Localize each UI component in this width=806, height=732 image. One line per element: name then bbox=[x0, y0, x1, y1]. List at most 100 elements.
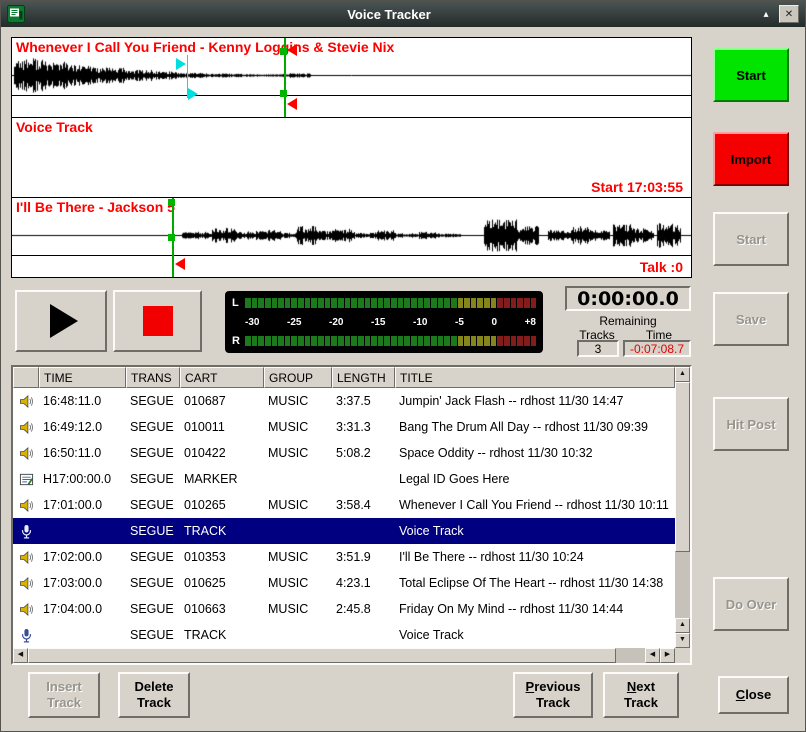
cell-trans: SEGUE bbox=[126, 394, 180, 408]
table-row[interactable]: 17:02:00.0SEGUE010353MUSIC3:51.9I'll Be … bbox=[13, 544, 675, 570]
meter-segment bbox=[265, 336, 271, 346]
meter-segment bbox=[464, 298, 470, 308]
next-track-button[interactable]: Next Track bbox=[603, 672, 679, 718]
scroll-up-button-2[interactable]: ▲ bbox=[675, 618, 690, 633]
track-region-1[interactable]: Whenever I Call You Friend - Kenny Loggi… bbox=[11, 37, 692, 118]
previous-track-button[interactable]: Previous Track bbox=[513, 672, 593, 718]
table-row[interactable]: 17:03:00.0SEGUE010625MUSIC4:23.1Total Ec… bbox=[13, 570, 675, 596]
cell-time: H17:00:00.0 bbox=[39, 472, 126, 486]
start-track1-button[interactable]: Start bbox=[713, 48, 789, 102]
segue-handle-mid[interactable] bbox=[280, 90, 287, 97]
column-header-icon[interactable] bbox=[13, 367, 39, 388]
scroll-down-button[interactable]: ▼ bbox=[675, 633, 690, 648]
meter-segment bbox=[418, 298, 424, 308]
meter-segment bbox=[351, 336, 357, 346]
delete-track-button[interactable]: Delete Track bbox=[118, 672, 190, 718]
meter-segment bbox=[285, 336, 291, 346]
mic-icon bbox=[13, 628, 39, 643]
close-button[interactable]: Close bbox=[718, 676, 789, 714]
cell-title: Legal ID Goes Here bbox=[395, 472, 675, 486]
tracks-remaining-value: 3 bbox=[577, 340, 619, 357]
horizontal-scrollbar[interactable]: ◀ ◀ ▶ bbox=[13, 648, 675, 663]
meter-segment bbox=[504, 336, 510, 346]
cell-time: 16:48:11.0 bbox=[39, 394, 126, 408]
column-header-trans[interactable]: TRANS bbox=[126, 367, 180, 388]
window-close-button[interactable]: ✕ bbox=[779, 5, 799, 23]
play-button[interactable] bbox=[15, 290, 107, 352]
fade-marker-bottom[interactable] bbox=[188, 88, 198, 100]
table-row[interactable]: 16:50:11.0SEGUE010422MUSIC5:08.2Space Od… bbox=[13, 440, 675, 466]
delete-track-label-1: Delete bbox=[134, 679, 173, 695]
meter-segment bbox=[305, 298, 311, 308]
table-row[interactable]: 16:49:12.0SEGUE010011MUSIC3:31.3Bang The… bbox=[13, 414, 675, 440]
meter-segment bbox=[258, 336, 264, 346]
column-header-cart[interactable]: CART bbox=[180, 367, 264, 388]
meter-segment bbox=[272, 298, 278, 308]
start-handle-top[interactable] bbox=[168, 199, 175, 206]
meter-segment bbox=[504, 298, 510, 308]
vertical-scrollbar[interactable]: ▲ ▲ ▼ bbox=[675, 367, 690, 648]
track-region-3[interactable]: I'll Be There - Jackson 5 Talk :0 bbox=[11, 197, 692, 278]
column-header-time[interactable]: TIME bbox=[39, 367, 126, 388]
table-row[interactable]: 17:01:00.0SEGUE010265MUSIC3:58.4Whenever… bbox=[13, 492, 675, 518]
scroll-right-button[interactable]: ▶ bbox=[660, 648, 675, 663]
speaker-icon bbox=[13, 446, 39, 461]
elapsed-time-display: 0:00:00.0 bbox=[565, 286, 691, 311]
table-row[interactable]: 16:48:11.0SEGUE010687MUSIC3:37.5Jumpin' … bbox=[13, 388, 675, 414]
shade-button[interactable]: ▴ bbox=[757, 6, 775, 22]
import-button[interactable]: Import bbox=[713, 132, 789, 186]
cell-group: MUSIC bbox=[264, 420, 332, 434]
scroll-up-button[interactable]: ▲ bbox=[675, 367, 690, 382]
meter-segment bbox=[298, 298, 304, 308]
meter-segment bbox=[404, 336, 410, 346]
meter-segment bbox=[438, 336, 444, 346]
meter-segment bbox=[464, 336, 470, 346]
cell-time: 17:02:00.0 bbox=[39, 550, 126, 564]
voice-tracker-window: { "titlebar": { "title": "Voice Tracker"… bbox=[0, 0, 806, 732]
table-row[interactable]: H17:00:00.0SEGUEMARKERLegal ID Goes Here bbox=[13, 466, 675, 492]
meter-segment bbox=[252, 298, 258, 308]
start-handle-mid[interactable] bbox=[168, 234, 175, 241]
save-button: Save bbox=[713, 292, 789, 346]
table-row[interactable]: SEGUETRACKVoice Track bbox=[13, 518, 675, 544]
meter-right-label: R bbox=[232, 335, 242, 347]
cell-length: 3:37.5 bbox=[332, 394, 395, 408]
meter-segment bbox=[291, 298, 297, 308]
horizontal-scroll-thumb[interactable] bbox=[28, 648, 616, 663]
end-marker-top[interactable] bbox=[287, 44, 297, 56]
table-row[interactable]: 17:04:00.0SEGUE010663MUSIC2:45.8Friday O… bbox=[13, 596, 675, 622]
meter-segment bbox=[291, 336, 297, 346]
cell-time: 16:50:11.0 bbox=[39, 446, 126, 460]
scroll-left-button[interactable]: ◀ bbox=[13, 648, 28, 663]
scroll-left-button-2[interactable]: ◀ bbox=[645, 648, 660, 663]
meter-scale-label: -5 bbox=[455, 317, 464, 328]
meter-segment bbox=[451, 336, 457, 346]
track2-start-time: Start 17:03:55 bbox=[591, 179, 683, 195]
talk-marker[interactable] bbox=[175, 258, 185, 270]
fade-marker-top[interactable] bbox=[176, 58, 186, 70]
meter-segment bbox=[338, 336, 344, 346]
cell-group: MUSIC bbox=[264, 602, 332, 616]
cell-cart: 010353 bbox=[180, 550, 264, 564]
end-marker-bottom[interactable] bbox=[287, 98, 297, 110]
cell-length: 3:51.9 bbox=[332, 550, 395, 564]
cell-group: MUSIC bbox=[264, 550, 332, 564]
cell-trans: SEGUE bbox=[126, 498, 180, 512]
table-row[interactable]: SEGUETRACKVoice Track bbox=[13, 622, 675, 648]
column-header-title[interactable]: TITLE bbox=[395, 367, 675, 388]
cell-trans: SEGUE bbox=[126, 446, 180, 460]
do-over-button: Do Over bbox=[713, 577, 789, 631]
column-header-group[interactable]: GROUP bbox=[264, 367, 332, 388]
column-header-length[interactable]: LENGTH bbox=[332, 367, 395, 388]
segue-handle-top[interactable] bbox=[280, 48, 287, 55]
cell-length: 5:08.2 bbox=[332, 446, 395, 460]
stop-button[interactable] bbox=[113, 290, 202, 352]
cell-cart: 010422 bbox=[180, 446, 264, 460]
vertical-scroll-thumb[interactable] bbox=[675, 382, 690, 552]
cell-trans: SEGUE bbox=[126, 576, 180, 590]
track-region-2[interactable]: Voice Track Start 17:03:55 bbox=[11, 117, 692, 198]
insert-track-button: Insert Track bbox=[28, 672, 100, 718]
meter-segment bbox=[491, 298, 497, 308]
app-icon bbox=[7, 5, 25, 23]
meter-segment bbox=[411, 298, 417, 308]
